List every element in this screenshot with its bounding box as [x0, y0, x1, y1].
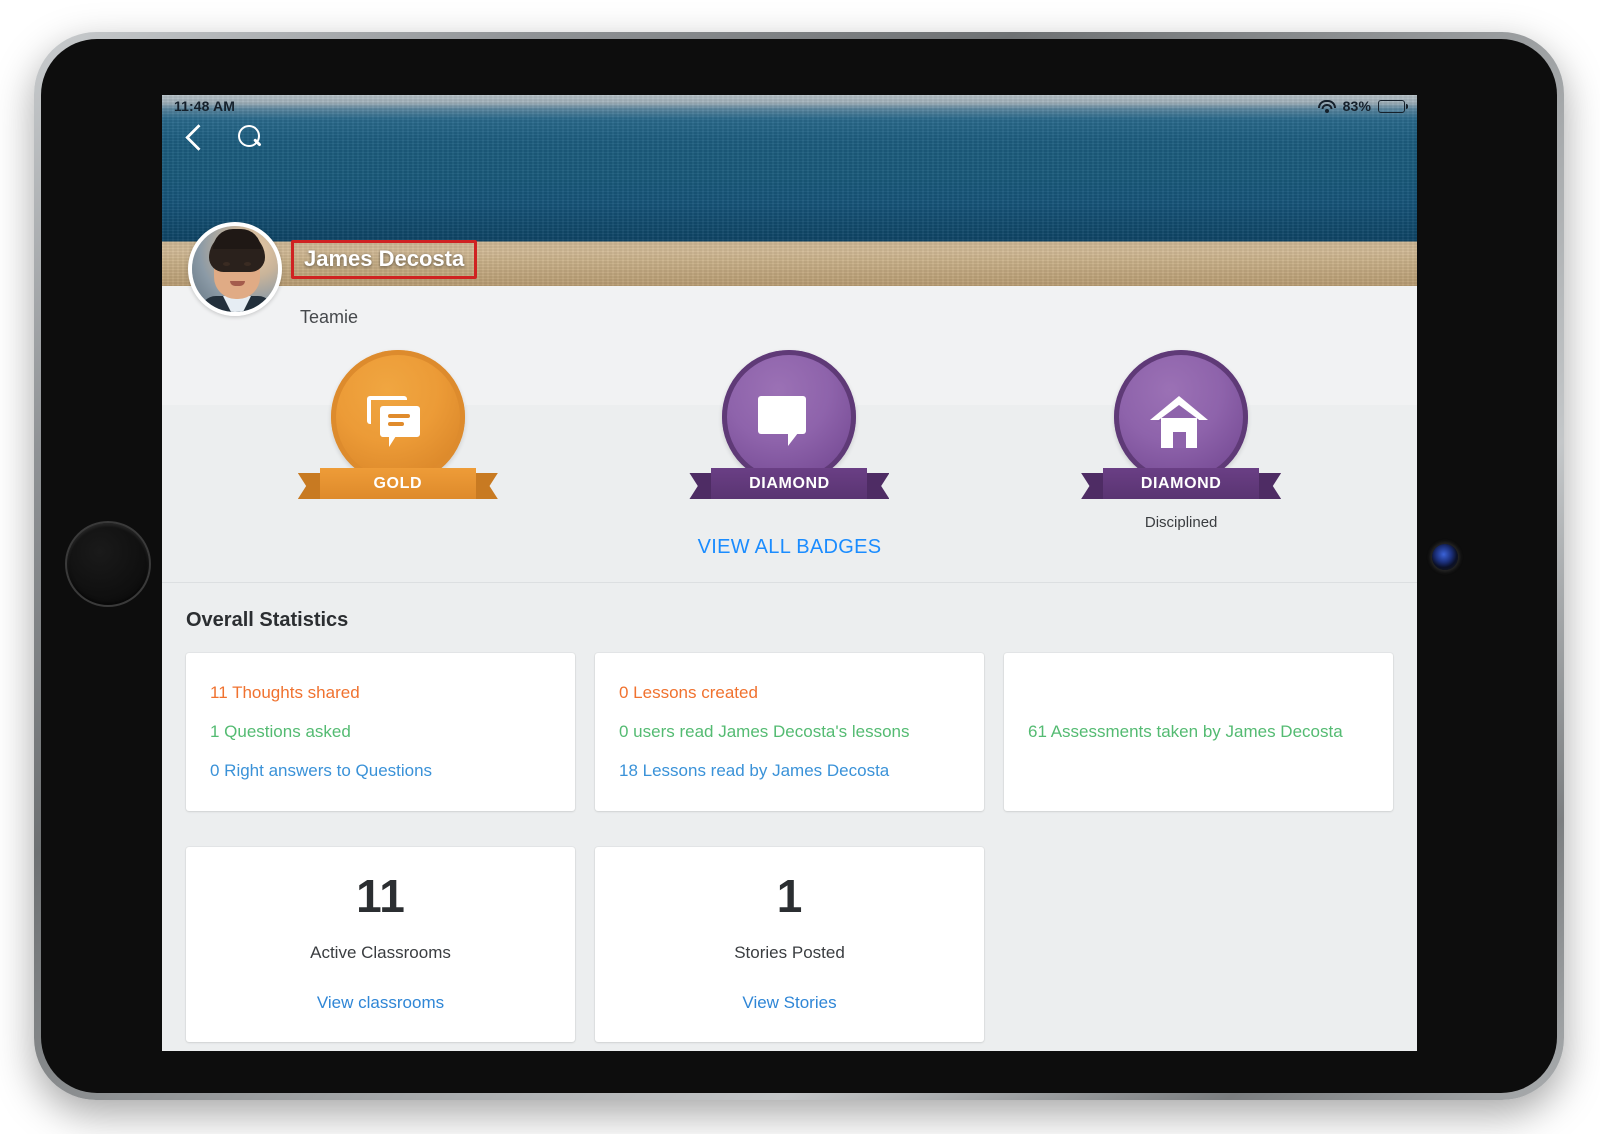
- profile-subtitle: Teamie: [300, 307, 359, 327]
- badge-tier-label: GOLD: [319, 468, 476, 499]
- stat-line[interactable]: 61 Assessments taken by James Decosta: [1028, 722, 1369, 742]
- counter-cards-row: 11 Active Classrooms View classrooms 1 S…: [186, 847, 1393, 1042]
- profile-name-wrapper: James Decosta: [291, 240, 478, 279]
- chat-bubbles-icon: [366, 396, 429, 454]
- badge-tier-label: DIAMOND: [711, 468, 868, 499]
- stat-card-lessons: 0 Lessons created 0 users read James Dec…: [595, 653, 984, 811]
- nav-bar: [184, 125, 264, 151]
- wifi-icon: [1317, 99, 1336, 113]
- stat-line[interactable]: 1 Questions asked: [210, 722, 551, 742]
- stat-card-thoughts: 11 Thoughts shared 1 Questions asked 0 R…: [186, 653, 575, 811]
- front-camera-icon: [1432, 544, 1458, 570]
- counter-label: Stories Posted: [734, 943, 845, 962]
- page-title: James Decosta: [291, 240, 478, 279]
- house-icon: [1150, 396, 1212, 454]
- stat-line[interactable]: 0 users read James Decosta's lessons: [619, 722, 960, 742]
- device-body: 11:48 AM 83% James Decosta Teamie GOLD D…: [41, 39, 1557, 1093]
- statistics-cards-row: 11 Thoughts shared 1 Questions asked 0 R…: [186, 653, 1393, 811]
- counter-value: 11: [356, 870, 405, 922]
- status-time: 11:48 AM: [174, 98, 235, 114]
- badge-ribbon: DIAMOND: [1081, 468, 1282, 508]
- view-classrooms-link[interactable]: View classrooms: [317, 993, 444, 1013]
- counter-card-classrooms: 11 Active Classrooms View classrooms: [186, 847, 575, 1042]
- stat-line[interactable]: 11 Thoughts shared: [210, 683, 551, 703]
- badge-tier-label: DIAMOND: [1103, 468, 1260, 499]
- badge-ribbon: GOLD: [297, 468, 498, 508]
- ipad-device-frame: 11:48 AM 83% James Decosta Teamie GOLD D…: [34, 32, 1564, 1100]
- view-stories-link[interactable]: View Stories: [742, 993, 836, 1013]
- stat-line[interactable]: 18 Lessons read by James Decosta: [619, 761, 960, 781]
- badge-gold[interactable]: GOLD: [263, 350, 533, 514]
- counter-value: 1: [776, 870, 803, 922]
- battery-percent-label: 83%: [1342, 98, 1371, 114]
- badge-diamond-social[interactable]: DIAMOND: [654, 350, 924, 514]
- home-button[interactable]: [65, 521, 151, 607]
- view-all-badges-link[interactable]: VIEW ALL BADGES: [162, 536, 1417, 559]
- badge-caption: Disciplined: [1144, 514, 1218, 531]
- counter-card-stories: 1 Stories Posted View Stories: [595, 847, 984, 1042]
- stat-card-assessments: 61 Assessments taken by James Decosta: [1004, 653, 1393, 811]
- app-screen: 11:48 AM 83% James Decosta Teamie GOLD D…: [162, 95, 1417, 1051]
- overall-statistics-section: Overall Statistics 11 Thoughts shared 1 …: [162, 583, 1417, 1051]
- badge-diamond-disciplined[interactable]: DIAMOND Disciplined: [1046, 350, 1316, 531]
- status-bar: 11:48 AM 83%: [162, 95, 1417, 117]
- back-button[interactable]: [184, 127, 206, 149]
- avatar[interactable]: [188, 222, 282, 316]
- section-title: Overall Statistics: [186, 609, 349, 631]
- speech-bubble-icon: [758, 396, 820, 454]
- stat-line[interactable]: 0 Lessons created: [619, 683, 960, 703]
- battery-icon: [1378, 99, 1409, 113]
- search-icon[interactable]: [238, 125, 264, 151]
- counter-card-placeholder: [1004, 847, 1393, 1042]
- badge-ribbon: DIAMOND: [689, 468, 890, 508]
- stat-line[interactable]: 0 Right answers to Questions: [210, 761, 551, 781]
- counter-label: Active Classrooms: [310, 943, 451, 962]
